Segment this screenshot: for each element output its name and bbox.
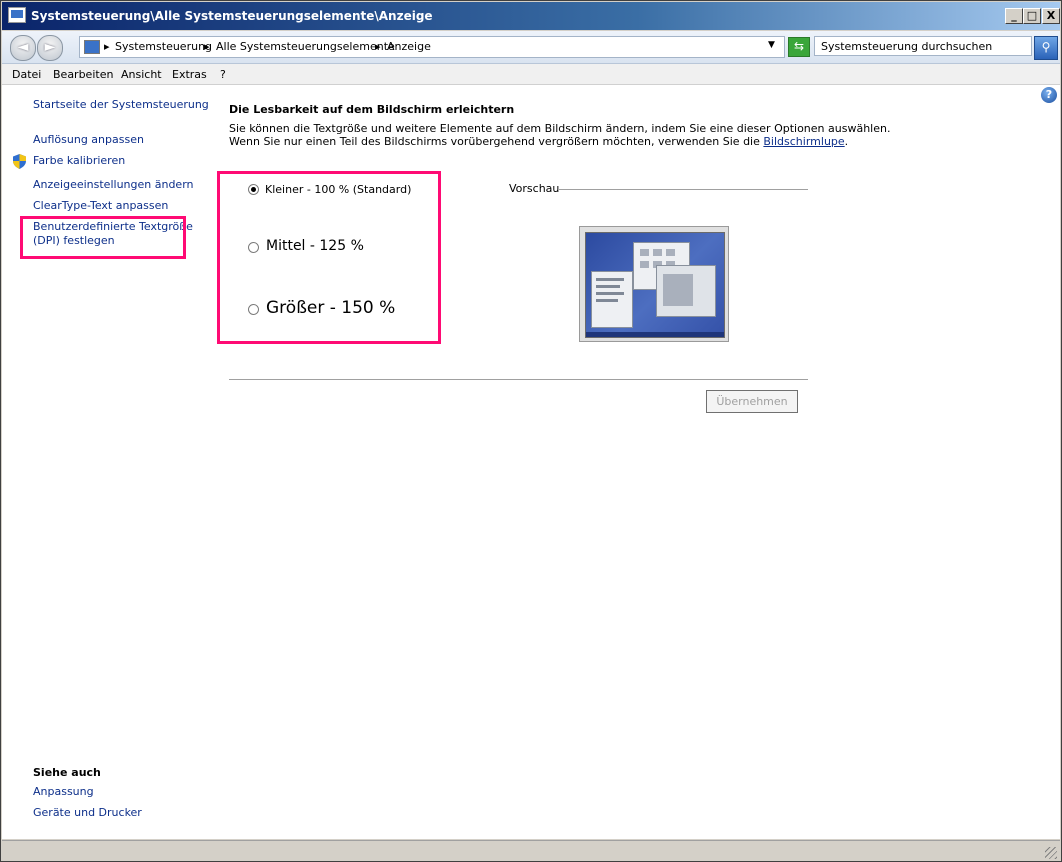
refresh-icon[interactable]: ⇆	[788, 37, 810, 57]
sidebar-item-startseite[interactable]: Startseite der Systemsteuerung	[33, 98, 209, 111]
apply-button[interactable]: Übernehmen	[706, 390, 798, 413]
address-bar[interactable]: ▸ Systemsteuerung ▸ Alle Systemsteuerung…	[79, 36, 785, 58]
breadcrumb-alle-elemente[interactable]: Alle Systemsteuerungselemente	[216, 40, 395, 53]
see-also-heading: Siehe auch	[33, 766, 101, 779]
preview-divider	[559, 189, 808, 190]
description-line-2: Wenn Sie nur einen Teil des Bildschirms …	[229, 135, 848, 148]
menu-help[interactable]: ?	[220, 68, 226, 81]
breadcrumb-anzeige[interactable]: Anzeige	[387, 40, 431, 53]
control-panel-icon	[8, 7, 26, 23]
radio-kleiner[interactable]	[248, 184, 259, 195]
separator-line	[229, 379, 808, 380]
minimize-button[interactable]: _	[1005, 8, 1023, 24]
control-panel-icon	[84, 40, 100, 54]
content-area: Startseite der Systemsteuerung Auflösung…	[2, 85, 1060, 839]
preview-line	[596, 299, 618, 302]
navigation-bar: ◄ ► ▸ Systemsteuerung ▸ Alle Systemsteue…	[2, 31, 1060, 64]
preview-line	[596, 285, 620, 288]
radio-mittel[interactable]	[248, 242, 259, 253]
preview-tile	[666, 249, 675, 256]
preview-tile	[640, 249, 649, 256]
sidebar-item-farbe[interactable]: Farbe kalibrieren	[33, 154, 125, 167]
maximize-button[interactable]: □	[1023, 8, 1041, 24]
sidebar-item-aufloesung[interactable]: Auflösung anpassen	[33, 133, 144, 146]
preview-panel	[663, 274, 693, 306]
search-input[interactable]: Systemsteuerung durchsuchen	[814, 36, 1032, 56]
address-dropdown-icon[interactable]: ▼	[768, 40, 775, 50]
description-line-1: Sie können die Textgröße und weitere Ele…	[229, 122, 891, 135]
breadcrumb-separator-icon[interactable]: ▸	[104, 40, 110, 53]
status-bar	[2, 840, 1060, 861]
page-title: Die Lesbarkeit auf dem Bildschirm erleic…	[229, 103, 515, 116]
preview-window-left	[591, 271, 633, 328]
preview-taskbar	[586, 332, 724, 337]
preview-line	[596, 278, 624, 281]
resize-grip-icon[interactable]	[1045, 847, 1057, 859]
radio-groesser[interactable]	[248, 304, 259, 315]
preview-window-front	[656, 265, 716, 317]
description-period: .	[844, 135, 849, 148]
preview-tile	[653, 249, 662, 256]
close-button[interactable]: X	[1042, 8, 1060, 24]
window-title: Systemsteuerung\Alle Systemsteuerungsele…	[31, 9, 433, 23]
menu-datei[interactable]: Datei	[12, 68, 41, 81]
shield-icon	[13, 154, 26, 169]
breadcrumb-separator-icon[interactable]: ▸	[375, 40, 381, 53]
description-text: Wenn Sie nur einen Teil des Bildschirms …	[229, 135, 764, 148]
menu-extras[interactable]: Extras	[172, 68, 207, 81]
sidebar-item-anzeigeeinstellungen[interactable]: Anzeigeeinstellungen ändern	[33, 178, 194, 191]
back-button[interactable]: ◄	[10, 35, 36, 61]
breadcrumb-separator-icon[interactable]: ▸	[204, 40, 210, 53]
forward-button[interactable]: ►	[37, 35, 63, 61]
preview-line	[596, 292, 624, 295]
highlight-box-dpi	[20, 216, 186, 259]
breadcrumb-systemsteuerung[interactable]: Systemsteuerung	[115, 40, 212, 53]
preview-label: Vorschau	[509, 182, 560, 195]
see-also-geraete-drucker[interactable]: Geräte und Drucker	[33, 806, 142, 819]
menu-ansicht[interactable]: Ansicht	[121, 68, 162, 81]
preview-tile	[640, 261, 649, 268]
search-icon[interactable]: ⚲	[1034, 36, 1058, 60]
preview-image	[579, 226, 729, 342]
preview-screen	[585, 232, 725, 338]
option-label-groesser[interactable]: Größer - 150 %	[266, 298, 395, 318]
magnifier-link[interactable]: Bildschirmlupe	[763, 135, 844, 148]
window: Systemsteuerung\Alle Systemsteuerungsele…	[0, 0, 1062, 862]
sidebar-item-cleartype[interactable]: ClearType-Text anpassen	[33, 199, 168, 212]
option-label-mittel[interactable]: Mittel - 125 %	[266, 238, 364, 254]
title-bar[interactable]: Systemsteuerung\Alle Systemsteuerungsele…	[2, 2, 1060, 30]
menu-bearbeiten[interactable]: Bearbeiten	[53, 68, 113, 81]
highlight-box-options	[217, 171, 441, 344]
menu-bar: Datei Bearbeiten Ansicht Extras ?	[2, 64, 1060, 85]
see-also-anpassung[interactable]: Anpassung	[33, 785, 94, 798]
help-icon[interactable]: ?	[1041, 87, 1057, 103]
option-label-kleiner[interactable]: Kleiner - 100 % (Standard)	[265, 183, 411, 196]
